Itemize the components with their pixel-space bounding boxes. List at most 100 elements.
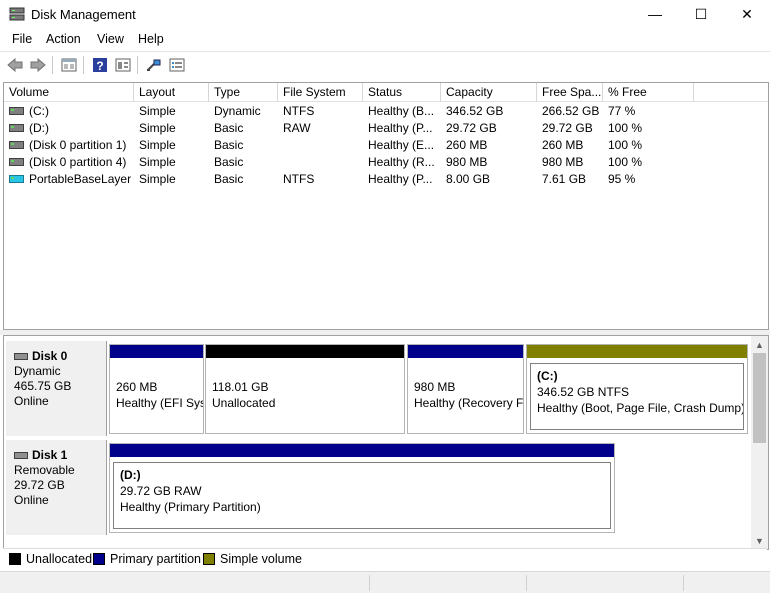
volume-name: (C:) [29, 104, 49, 118]
column-file-system[interactable]: File System [278, 83, 363, 101]
status-pane [526, 575, 527, 591]
column-layout[interactable]: Layout [134, 83, 209, 101]
partition-size: 346.52 GB NTFS [537, 385, 630, 399]
volume-name: PortableBaseLayer [29, 172, 132, 186]
minimize-icon: — [648, 6, 662, 22]
legend-label: Primary partition [110, 552, 201, 566]
disk-icon [14, 353, 28, 360]
partition-d[interactable]: (D:) 29.72 GB RAW Healthy (Primary Parti… [109, 443, 615, 533]
disk-icon [14, 452, 28, 459]
column-capacity[interactable]: Capacity [441, 83, 537, 101]
menu-file[interactable]: File [12, 32, 32, 46]
partition-c[interactable]: (C:) 346.52 GB NTFS Healthy (Boot, Page … [526, 344, 748, 434]
partition-status: Healthy (Primary Partition) [120, 500, 261, 514]
menu-view[interactable]: View [97, 32, 124, 46]
console-icon[interactable] [114, 57, 132, 73]
scroll-up-icon[interactable]: ▲ [751, 336, 768, 353]
back-icon[interactable] [6, 57, 24, 73]
disk-state: Online [14, 493, 49, 507]
legend-label: Unallocated [26, 552, 93, 566]
legend-label: Simple volume [220, 552, 302, 566]
volume-type: Dynamic [214, 104, 261, 118]
partition-recovery[interactable]: 980 MB Healthy (Recovery F [407, 344, 524, 434]
column-percent-free[interactable]: % Free [603, 83, 694, 101]
volume-percent-free: 100 % [608, 155, 643, 169]
drive-icon [9, 157, 24, 166]
volume-status: Healthy (B... [368, 104, 435, 118]
disk-management-icon [9, 7, 25, 21]
scroll-down-icon[interactable]: ▼ [751, 532, 768, 549]
column-volume[interactable]: Volume [4, 83, 134, 101]
disk-name: Disk 1 [32, 448, 68, 462]
menu-bar: File Action View Help [0, 30, 770, 50]
properties-icon[interactable] [60, 57, 78, 73]
volume-status: Healthy (P... [368, 121, 433, 135]
disk-type: Removable [14, 463, 75, 477]
partition-status: Unallocated [212, 396, 276, 410]
volume-name: (Disk 0 partition 4) [29, 155, 127, 169]
scroll-thumb[interactable] [753, 353, 766, 443]
disk-0-label[interactable]: Disk 0 Dynamic 465.75 GB Online [6, 341, 107, 436]
disk-size: 465.75 GB [14, 379, 72, 393]
volume-row[interactable]: PortableBaseLayer Simple Basic NTFS Heal… [4, 171, 768, 188]
volume-row[interactable]: (Disk 0 partition 1) Simple Basic Health… [4, 137, 768, 154]
column-type[interactable]: Type [209, 83, 278, 101]
maximize-button[interactable]: ☐ [678, 0, 724, 28]
volume-list[interactable]: Volume Layout Type File System Status Ca… [3, 82, 769, 330]
legend-swatch [203, 553, 215, 565]
disk-type: Dynamic [14, 364, 61, 378]
disk-1-label[interactable]: Disk 1 Removable 29.72 GB Online [6, 440, 107, 535]
legend-primary: Primary partition [93, 552, 201, 566]
legend-unallocated: Unallocated [9, 552, 92, 566]
partition-size: 260 MB [116, 380, 158, 394]
volume-capacity: 980 MB [446, 155, 488, 169]
toolbar: ? [0, 51, 770, 78]
volume-status: Healthy (R... [368, 155, 435, 169]
volume-free-space: 29.72 GB [542, 121, 593, 135]
volume-layout: Simple [139, 172, 176, 186]
volume-row[interactable]: (D:) Simple Basic RAW Healthy (P... 29.7… [4, 120, 768, 137]
volume-type: Basic [214, 172, 244, 186]
volume-percent-free: 77 % [608, 104, 636, 118]
partition-size: 29.72 GB RAW [120, 484, 202, 498]
column-free-space[interactable]: Free Spa... [537, 83, 603, 101]
status-pane [369, 575, 370, 591]
minimize-button[interactable]: — [632, 0, 678, 28]
partition-unallocated[interactable]: 118.01 GB Unallocated [205, 344, 405, 434]
volume-status: Healthy (E... [368, 138, 435, 152]
volume-file-system [278, 154, 363, 171]
volume-file-system: NTFS [283, 104, 315, 118]
list-icon[interactable] [168, 57, 186, 73]
volume-name: (Disk 0 partition 1) [29, 138, 127, 152]
menu-action[interactable]: Action [46, 32, 81, 46]
volume-row[interactable]: (Disk 0 partition 4) Simple Basic Health… [4, 154, 768, 171]
volume-name: (D:) [29, 121, 49, 135]
volume-layout: Simple [139, 155, 176, 169]
partition-efi[interactable]: 260 MB Healthy (EFI Sys [109, 344, 204, 434]
volume-row[interactable]: (C:) Simple Dynamic NTFS Healthy (B... 3… [4, 103, 768, 120]
connect-icon[interactable] [145, 57, 163, 73]
menu-help[interactable]: Help [138, 32, 164, 46]
close-icon: ✕ [741, 5, 753, 22]
drive-icon [9, 140, 24, 149]
help-icon[interactable]: ? [91, 57, 109, 73]
partition-size: 980 MB [414, 380, 456, 394]
volume-layout: Simple [139, 104, 176, 118]
disk-graphical-view: Disk 0 Dynamic 465.75 GB Online 260 MB H… [3, 335, 769, 550]
maximize-icon: ☐ [694, 5, 708, 22]
volume-free-space: 7.61 GB [542, 172, 587, 186]
disk-size: 29.72 GB [14, 478, 65, 492]
column-status[interactable]: Status [363, 83, 441, 101]
partition-title: (D:) [120, 468, 141, 482]
graphical-view-scrollbar[interactable]: ▲ ▼ [751, 336, 768, 549]
volume-capacity: 260 MB [446, 138, 488, 152]
status-pane [683, 575, 684, 591]
drive-icon [9, 106, 24, 115]
close-button[interactable]: ✕ [724, 0, 770, 28]
forward-icon[interactable] [29, 57, 47, 73]
volume-file-system: NTFS [283, 172, 315, 186]
disk-state: Online [14, 394, 49, 408]
volume-free-space: 260 MB [542, 138, 584, 152]
legend-swatch [9, 553, 21, 565]
drive-icon [9, 123, 24, 132]
